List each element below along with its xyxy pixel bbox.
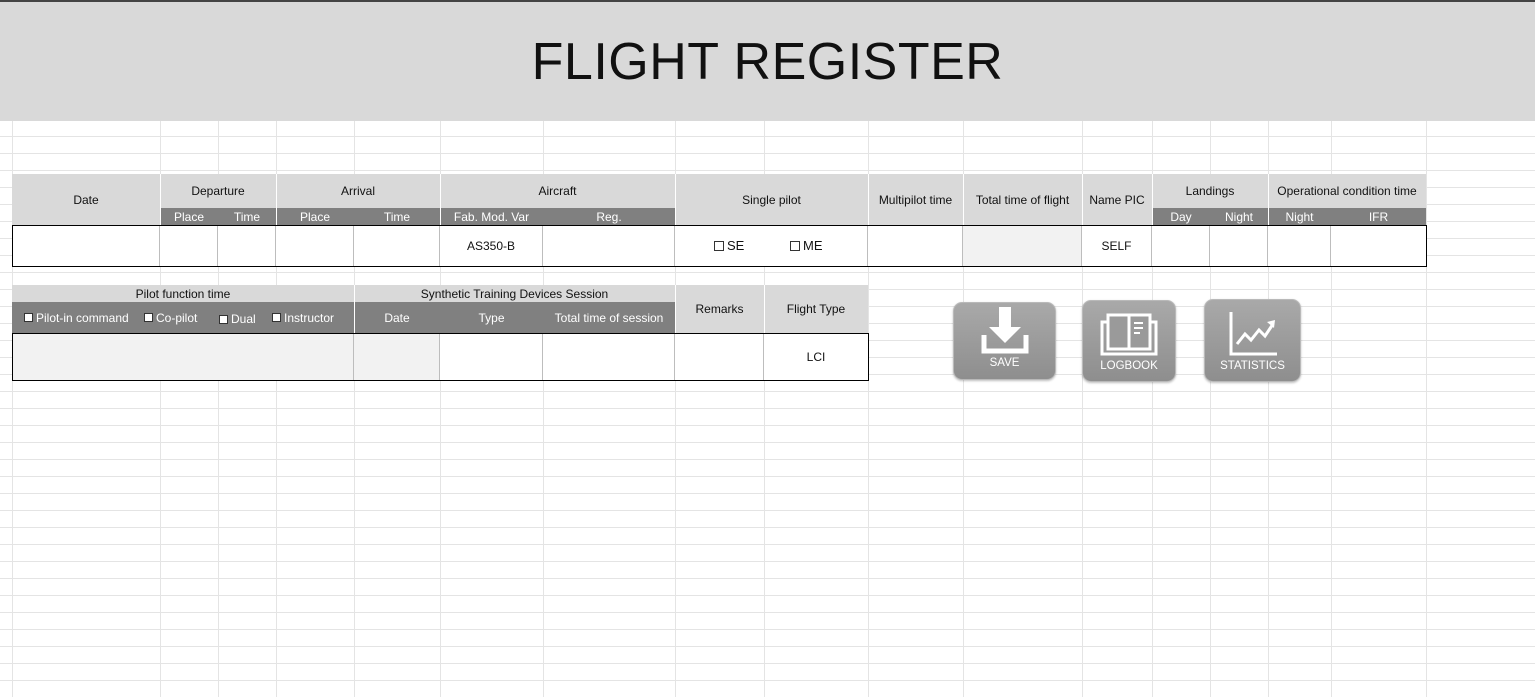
input-multipilot-time[interactable] bbox=[868, 225, 963, 266]
header-arrival-time: Time bbox=[354, 208, 440, 225]
name-pic-value: SELF bbox=[1101, 238, 1132, 253]
header-aircraft: Aircraft bbox=[440, 174, 675, 208]
header-op-ifr: IFR bbox=[1331, 208, 1426, 225]
flight-type-value: LCI bbox=[806, 349, 826, 364]
se-checkbox[interactable]: SE bbox=[714, 238, 744, 253]
checkbox-icon bbox=[219, 314, 228, 324]
co-pilot-checkbox[interactable]: Co-pilot bbox=[144, 311, 197, 325]
input-aircraft-reg[interactable] bbox=[543, 225, 675, 266]
header-name-pic: Name PIC bbox=[1082, 174, 1152, 225]
aircraft-type-value: AS350-B bbox=[466, 238, 516, 253]
header-std-total: Total time of session bbox=[543, 302, 675, 333]
checkbox-icon bbox=[790, 240, 800, 251]
input-op-ifr[interactable] bbox=[1331, 225, 1426, 266]
output-total-time-of-flight bbox=[963, 225, 1082, 266]
header-total-time-of-flight: Total time of flight bbox=[963, 174, 1082, 225]
header-departure: Departure bbox=[160, 174, 276, 208]
header-std-date: Date bbox=[354, 302, 440, 333]
header-flight-type: Flight Type bbox=[764, 285, 868, 333]
checkbox-icon bbox=[272, 313, 281, 322]
pilot-in-command-checkbox[interactable]: Pilot-in command bbox=[24, 311, 129, 325]
page-title: FLIGHT REGISTER bbox=[531, 32, 1004, 91]
input-remarks[interactable] bbox=[675, 333, 764, 380]
input-std-date[interactable] bbox=[354, 333, 440, 380]
input-arrival-place[interactable] bbox=[276, 225, 354, 266]
input-date[interactable] bbox=[12, 225, 160, 266]
input-std-total[interactable] bbox=[543, 333, 675, 380]
header-departure-time: Time bbox=[218, 208, 276, 225]
title-bar: FLIGHT REGISTER bbox=[0, 0, 1535, 121]
header-landings: Landings bbox=[1152, 174, 1268, 208]
output-pilot-function-time bbox=[12, 333, 354, 380]
checkbox-icon bbox=[144, 313, 153, 322]
header-date: Date bbox=[12, 174, 160, 225]
download-icon bbox=[981, 307, 1028, 354]
input-name-pic[interactable]: SELF bbox=[1082, 225, 1152, 266]
single-pilot-me-cell: ME bbox=[764, 225, 868, 266]
header-synthetic-training: Synthetic Training Devices Session bbox=[354, 285, 675, 302]
pilot-function-options: Pilot-in command Co-pilot Dual Instructo… bbox=[12, 302, 354, 333]
dual-checkbox[interactable]: Dual bbox=[219, 312, 256, 326]
book-icon bbox=[1100, 313, 1158, 356]
statistics-button[interactable]: STATISTICS bbox=[1204, 299, 1301, 382]
header-landings-day: Day bbox=[1152, 208, 1210, 225]
input-arrival-time[interactable] bbox=[354, 225, 440, 266]
header-operational-condition-time: Operational condition time bbox=[1268, 174, 1426, 208]
input-aircraft-fab-mod-var[interactable]: AS350-B bbox=[440, 225, 543, 266]
me-checkbox[interactable]: ME bbox=[790, 238, 823, 253]
input-departure-time[interactable] bbox=[218, 225, 276, 266]
header-departure-place: Place bbox=[160, 208, 218, 225]
header-multipilot-time: Multipilot time bbox=[868, 174, 963, 225]
header-fab-mod-var: Fab. Mod. Var bbox=[440, 208, 543, 225]
header-pilot-function-time: Pilot function time bbox=[12, 285, 354, 302]
save-button[interactable]: SAVE bbox=[953, 302, 1056, 380]
header-op-night: Night bbox=[1268, 208, 1331, 225]
logbook-button[interactable]: LOGBOOK bbox=[1082, 300, 1176, 382]
header-remarks: Remarks bbox=[675, 285, 764, 333]
input-std-type[interactable] bbox=[440, 333, 543, 380]
header-landings-night: Night bbox=[1210, 208, 1268, 225]
checkbox-icon bbox=[714, 240, 724, 251]
instructor-checkbox[interactable]: Instructor bbox=[272, 311, 334, 325]
input-landings-day[interactable] bbox=[1152, 225, 1210, 266]
input-departure-place[interactable] bbox=[160, 225, 218, 266]
header-arrival: Arrival bbox=[276, 174, 440, 208]
header-std-type: Type bbox=[440, 302, 543, 333]
input-flight-type[interactable]: LCI bbox=[764, 333, 868, 380]
header-reg: Reg. bbox=[543, 208, 675, 225]
header-arrival-place: Place bbox=[276, 208, 354, 225]
single-pilot-se-cell: SE bbox=[675, 225, 764, 266]
input-landings-night[interactable] bbox=[1210, 225, 1268, 266]
input-op-night[interactable] bbox=[1268, 225, 1331, 266]
checkbox-icon bbox=[24, 313, 33, 322]
header-single-pilot: Single pilot bbox=[675, 174, 868, 225]
chart-icon bbox=[1229, 312, 1277, 356]
